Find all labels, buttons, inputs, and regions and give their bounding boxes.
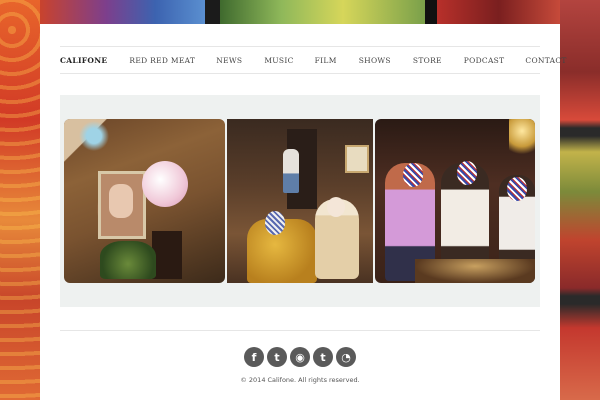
content-card: CALIFONE RED RED MEAT NEWS MUSIC FILM SH…: [40, 24, 566, 400]
nav-item-news[interactable]: NEWS: [216, 56, 242, 65]
nav-brand[interactable]: CALIFONE: [60, 56, 107, 65]
nav-item-contact[interactable]: CONTACT: [525, 56, 566, 65]
nav-item-red-red-meat[interactable]: RED RED MEAT: [129, 56, 195, 65]
coffee-table: [415, 259, 535, 283]
nav-item-film[interactable]: FILM: [315, 56, 337, 65]
wall-light: [509, 119, 535, 159]
collage-strip-left-texture: [0, 0, 40, 400]
painted-mask-face: [457, 161, 477, 185]
nav-item-shows[interactable]: SHOWS: [359, 56, 391, 65]
photo-couple-on-couch[interactable]: [227, 119, 373, 283]
painted-mask-face: [265, 211, 285, 235]
nav-item-store[interactable]: STORE: [413, 56, 442, 65]
photo-masked-party[interactable]: [375, 119, 535, 283]
houseplant: [100, 241, 156, 279]
footer-divider: [60, 330, 540, 331]
copyright-text: © 2014 Califone. All rights reserved.: [240, 376, 360, 384]
tumblr-icon[interactable]: t: [313, 347, 333, 367]
painted-mask-face: [507, 177, 527, 201]
wall-picture: [345, 145, 369, 173]
chandelier: [74, 121, 114, 151]
painted-mask-face: [403, 163, 423, 187]
framed-portrait: [98, 171, 146, 239]
woman-face: [327, 197, 345, 217]
facebook-icon[interactable]: f: [244, 347, 264, 367]
side-table: [152, 231, 182, 279]
social-links: f t ◉ t ◔: [40, 347, 560, 367]
photo-living-room[interactable]: [64, 119, 225, 283]
nav-item-podcast[interactable]: PODCAST: [464, 56, 505, 65]
nav-item-music[interactable]: MUSIC: [264, 56, 293, 65]
rss-icon[interactable]: ◔: [336, 347, 356, 367]
photo-slider[interactable]: [60, 95, 540, 307]
main-nav: CALIFONE RED RED MEAT NEWS MUSIC FILM SH…: [60, 46, 566, 74]
twitter-icon[interactable]: t: [267, 347, 287, 367]
balloon-lamp: [142, 161, 188, 207]
standing-man: [283, 149, 299, 193]
instagram-icon[interactable]: ◉: [290, 347, 310, 367]
